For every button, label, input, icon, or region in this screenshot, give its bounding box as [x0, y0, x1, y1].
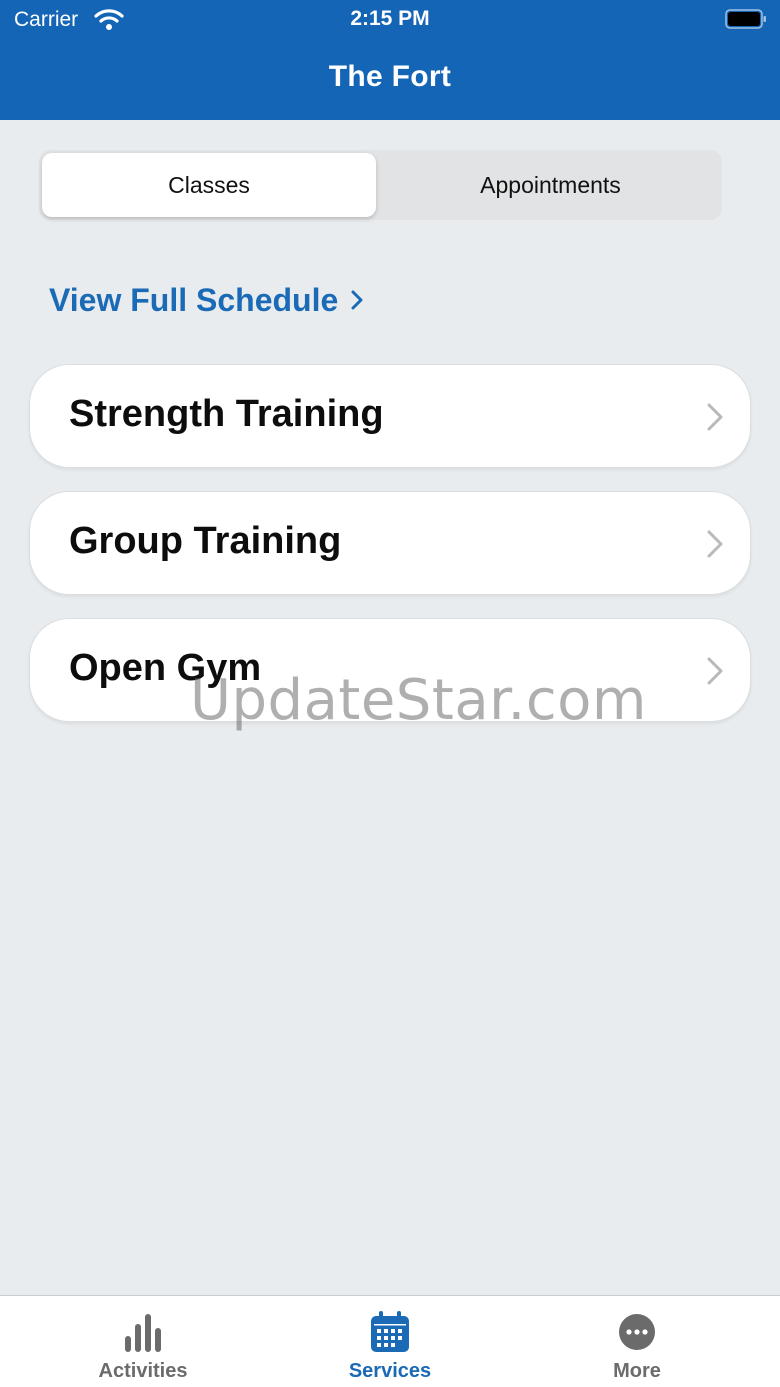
segment-classes[interactable]: Classes: [42, 153, 376, 217]
app-header: Carrier 2:15 PM The Fort: [0, 0, 780, 120]
tab-label: More: [613, 1360, 661, 1382]
more-icon: [619, 1314, 655, 1350]
chevron-right-icon: [707, 657, 723, 685]
service-item-group-training[interactable]: Group Training: [29, 491, 751, 595]
bar-chart-icon: [125, 1314, 161, 1352]
tab-services[interactable]: Services: [260, 1296, 520, 1387]
view-full-schedule-label: View Full Schedule: [49, 281, 339, 318]
service-item-strength-training[interactable]: Strength Training: [29, 364, 751, 468]
status-time: 2:15 PM: [350, 7, 430, 30]
calendar-icon: [371, 1311, 409, 1352]
battery-icon: [725, 9, 766, 29]
chevron-right-icon: [707, 530, 723, 558]
service-item-label: Group Training: [69, 520, 342, 562]
segmented-control: Classes Appointments: [39, 150, 722, 220]
chevron-right-icon: [351, 290, 363, 310]
view-full-schedule-link[interactable]: View Full Schedule: [49, 280, 364, 320]
watermark: UpdateStar.com: [190, 668, 647, 733]
tab-label: Services: [348, 1360, 432, 1382]
tab-bar: Activities Services More: [0, 1295, 780, 1387]
chevron-right-icon: [707, 403, 723, 431]
status-bar: Carrier 2:15 PM: [0, 0, 780, 40]
segment-appointments[interactable]: Appointments: [382, 153, 719, 217]
service-item-label: Strength Training: [69, 393, 384, 435]
tab-more[interactable]: More: [507, 1296, 767, 1387]
tab-label: Activities: [98, 1360, 188, 1382]
page-title: The Fort: [328, 60, 452, 93]
tab-activities[interactable]: Activities: [13, 1296, 273, 1387]
